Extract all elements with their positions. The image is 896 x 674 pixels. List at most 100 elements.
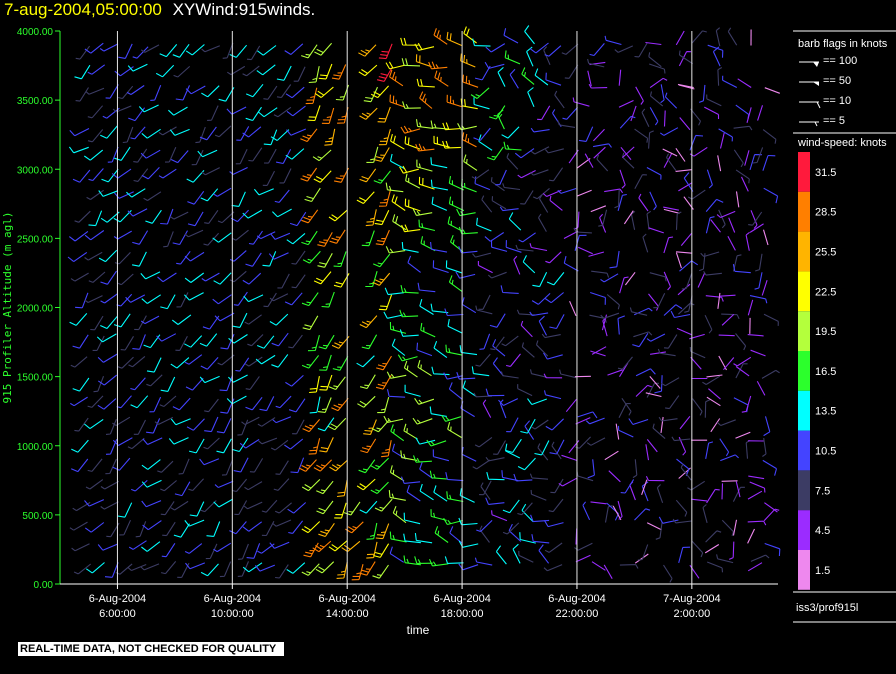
wind-barb — [702, 504, 708, 524]
wind-barb — [185, 377, 204, 391]
wind-barb — [660, 84, 665, 104]
wind-barb — [624, 271, 636, 286]
wind-barb — [316, 480, 334, 495]
wind-barb — [232, 312, 248, 328]
barb-legend-feather — [816, 101, 821, 109]
wind-barb — [461, 297, 477, 314]
wind-barb — [391, 338, 406, 356]
wind-barb — [419, 483, 434, 501]
wind-barb — [372, 272, 391, 286]
wind-barb — [88, 210, 103, 227]
wind-barb — [530, 127, 550, 133]
wind-barb — [549, 167, 564, 182]
wind-barb — [721, 519, 735, 537]
wind-barb — [497, 66, 506, 87]
wind-barb — [735, 169, 750, 184]
wind-barb — [100, 125, 118, 139]
wind-barb — [205, 543, 218, 560]
wind-barb — [645, 41, 662, 46]
x-tick-date: 7-Aug-2004 — [663, 593, 721, 605]
wind-barb — [390, 133, 405, 150]
wind-barb — [521, 67, 535, 85]
wind-barb — [172, 397, 191, 411]
wind-barb — [187, 211, 204, 227]
wind-barb — [577, 411, 598, 419]
wind-barb — [155, 64, 175, 78]
wind-barb — [331, 64, 347, 80]
wind-barb — [263, 85, 278, 100]
wind-barb — [329, 459, 348, 472]
wind-barb — [400, 37, 419, 46]
speed-label: 25.5 — [815, 247, 836, 259]
wind-barb — [68, 230, 89, 242]
source-label: iss3/prof915l — [796, 602, 859, 614]
wind-barb — [378, 43, 393, 60]
wind-barb — [748, 475, 765, 480]
wind-barb — [222, 42, 234, 59]
wind-barb — [99, 43, 119, 52]
wind-barb — [717, 419, 736, 427]
wind-barb — [679, 260, 699, 272]
barb-field — [67, 25, 781, 583]
wind-barb — [426, 439, 447, 447]
x-tick-time: 18:00:00 — [441, 608, 484, 620]
wind-barb — [213, 498, 234, 508]
y-tick-label: 3000.00 — [17, 165, 54, 176]
wind-barb — [618, 402, 631, 419]
wind-barb — [334, 502, 347, 519]
wind-barb — [634, 553, 649, 564]
wind-barb — [662, 148, 678, 157]
wind-barb — [702, 375, 721, 385]
wind-barb — [162, 521, 176, 537]
wind-barb — [331, 397, 349, 412]
wind-barb — [257, 45, 277, 56]
wind-barb — [544, 45, 562, 57]
wind-barb — [365, 209, 377, 227]
wind-barb — [443, 372, 463, 380]
wind-barb — [621, 152, 635, 169]
wind-barb — [459, 345, 478, 356]
wind-barb — [288, 334, 303, 349]
speed-label: 22.5 — [815, 286, 836, 298]
wind-barb — [140, 44, 160, 53]
wind-barb — [723, 357, 735, 371]
wind-barb — [569, 300, 577, 317]
wind-barb — [170, 418, 191, 426]
wind-barb — [529, 243, 548, 252]
wind-barb — [538, 213, 547, 232]
wind-barb — [634, 508, 651, 521]
wind-barb — [445, 472, 464, 482]
wind-barb — [226, 395, 247, 405]
wind-barb — [74, 417, 89, 432]
wind-barb — [389, 153, 405, 170]
wind-barb — [764, 87, 780, 94]
wind-barb — [520, 190, 534, 205]
wind-barb — [516, 309, 536, 316]
wind-barb — [706, 94, 722, 107]
wind-barb — [492, 339, 506, 357]
wind-barb — [463, 154, 478, 171]
wind-barb — [176, 250, 191, 265]
wind-barb — [212, 232, 232, 243]
wind-barb — [489, 105, 506, 120]
wind-barb — [463, 26, 477, 44]
wind-barb — [500, 371, 519, 379]
wind-barb — [219, 375, 233, 392]
wind-barb — [545, 251, 562, 264]
wind-barb — [462, 74, 479, 88]
wind-barb — [97, 398, 117, 410]
wind-barb — [141, 294, 161, 304]
wind-barb — [661, 377, 680, 387]
wind-barb — [721, 483, 724, 500]
wind-barb — [116, 293, 133, 307]
wind-barb — [633, 307, 653, 316]
wind-barb — [637, 544, 649, 561]
wind-barb — [120, 336, 134, 351]
barb-legend-feather — [814, 121, 818, 127]
wind-barb — [677, 283, 691, 296]
wind-barb — [549, 195, 563, 211]
wind-barb — [301, 209, 319, 224]
wind-barb — [485, 456, 505, 462]
wind-barb — [531, 534, 550, 544]
wind-barb — [474, 557, 493, 566]
